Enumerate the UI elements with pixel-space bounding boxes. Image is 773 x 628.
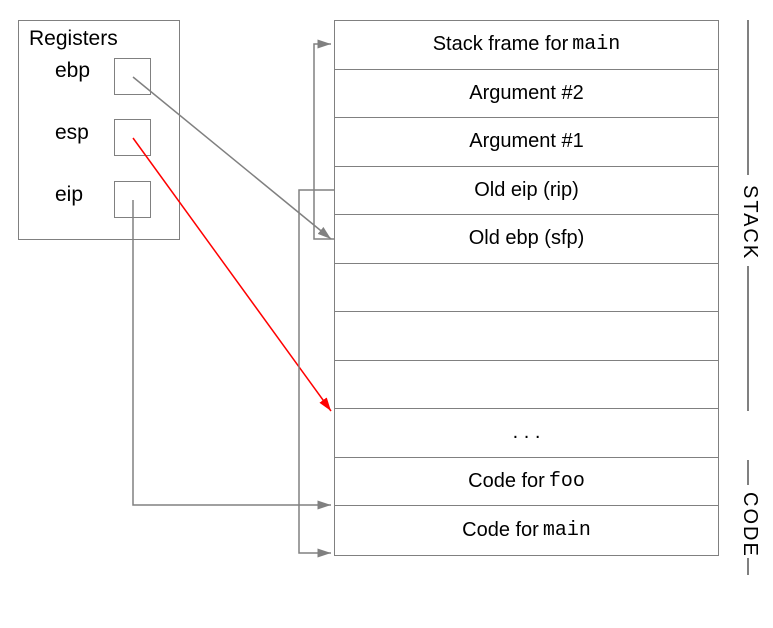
register-cell-esp <box>114 119 151 156</box>
mem-text: . . . <box>513 421 541 444</box>
arrow-old-ebp-to-main-frame <box>314 44 334 239</box>
mem-row-old-ebp: Old ebp (sfp) <box>335 215 718 264</box>
mem-row-main-frame: Stack frame for main <box>335 21 718 70</box>
mem-code: main <box>572 33 620 56</box>
register-cell-ebp <box>114 58 151 95</box>
mem-row-blank3 <box>335 361 718 410</box>
mem-text: Code for <box>462 519 539 542</box>
arrow-eip-to-code-foo <box>133 200 331 505</box>
register-label-esp: esp <box>55 121 89 145</box>
mem-text: Old ebp (sfp) <box>469 227 585 250</box>
mem-row-arg1: Argument #1 <box>335 118 718 167</box>
arrow-old-eip-to-code-main <box>299 190 334 553</box>
memory-table: Stack frame for main Argument #2 Argumen… <box>334 20 719 556</box>
mem-row-blank2 <box>335 312 718 361</box>
mem-row-code-main: Code for main <box>335 506 718 555</box>
mem-code: foo <box>549 470 585 493</box>
registers-title: Registers <box>29 27 118 51</box>
stack-label: STACK <box>738 185 761 260</box>
mem-text: Argument #2 <box>469 82 584 105</box>
diagram-canvas: Registers ebp esp eip Stack frame for ma… <box>0 0 773 628</box>
mem-text: Argument #1 <box>469 130 584 153</box>
code-label: CODE <box>738 492 761 558</box>
register-label-eip: eip <box>55 183 83 207</box>
register-label-ebp: ebp <box>55 59 90 83</box>
mem-text: Old eip (rip) <box>474 179 578 202</box>
mem-row-blank1 <box>335 264 718 313</box>
registers-box: Registers <box>18 20 180 240</box>
mem-code: main <box>543 519 591 542</box>
stack-line-top <box>747 20 749 175</box>
mem-text: Stack frame for <box>433 33 569 56</box>
code-line-bottom <box>747 558 749 575</box>
mem-row-arg2: Argument #2 <box>335 70 718 119</box>
code-line-top <box>747 460 749 485</box>
mem-row-ellipsis: . . . <box>335 409 718 458</box>
mem-text: Code for <box>468 470 545 493</box>
register-cell-eip <box>114 181 151 218</box>
mem-row-code-foo: Code for foo <box>335 458 718 507</box>
stack-line-bottom <box>747 266 749 411</box>
mem-row-old-eip: Old eip (rip) <box>335 167 718 216</box>
